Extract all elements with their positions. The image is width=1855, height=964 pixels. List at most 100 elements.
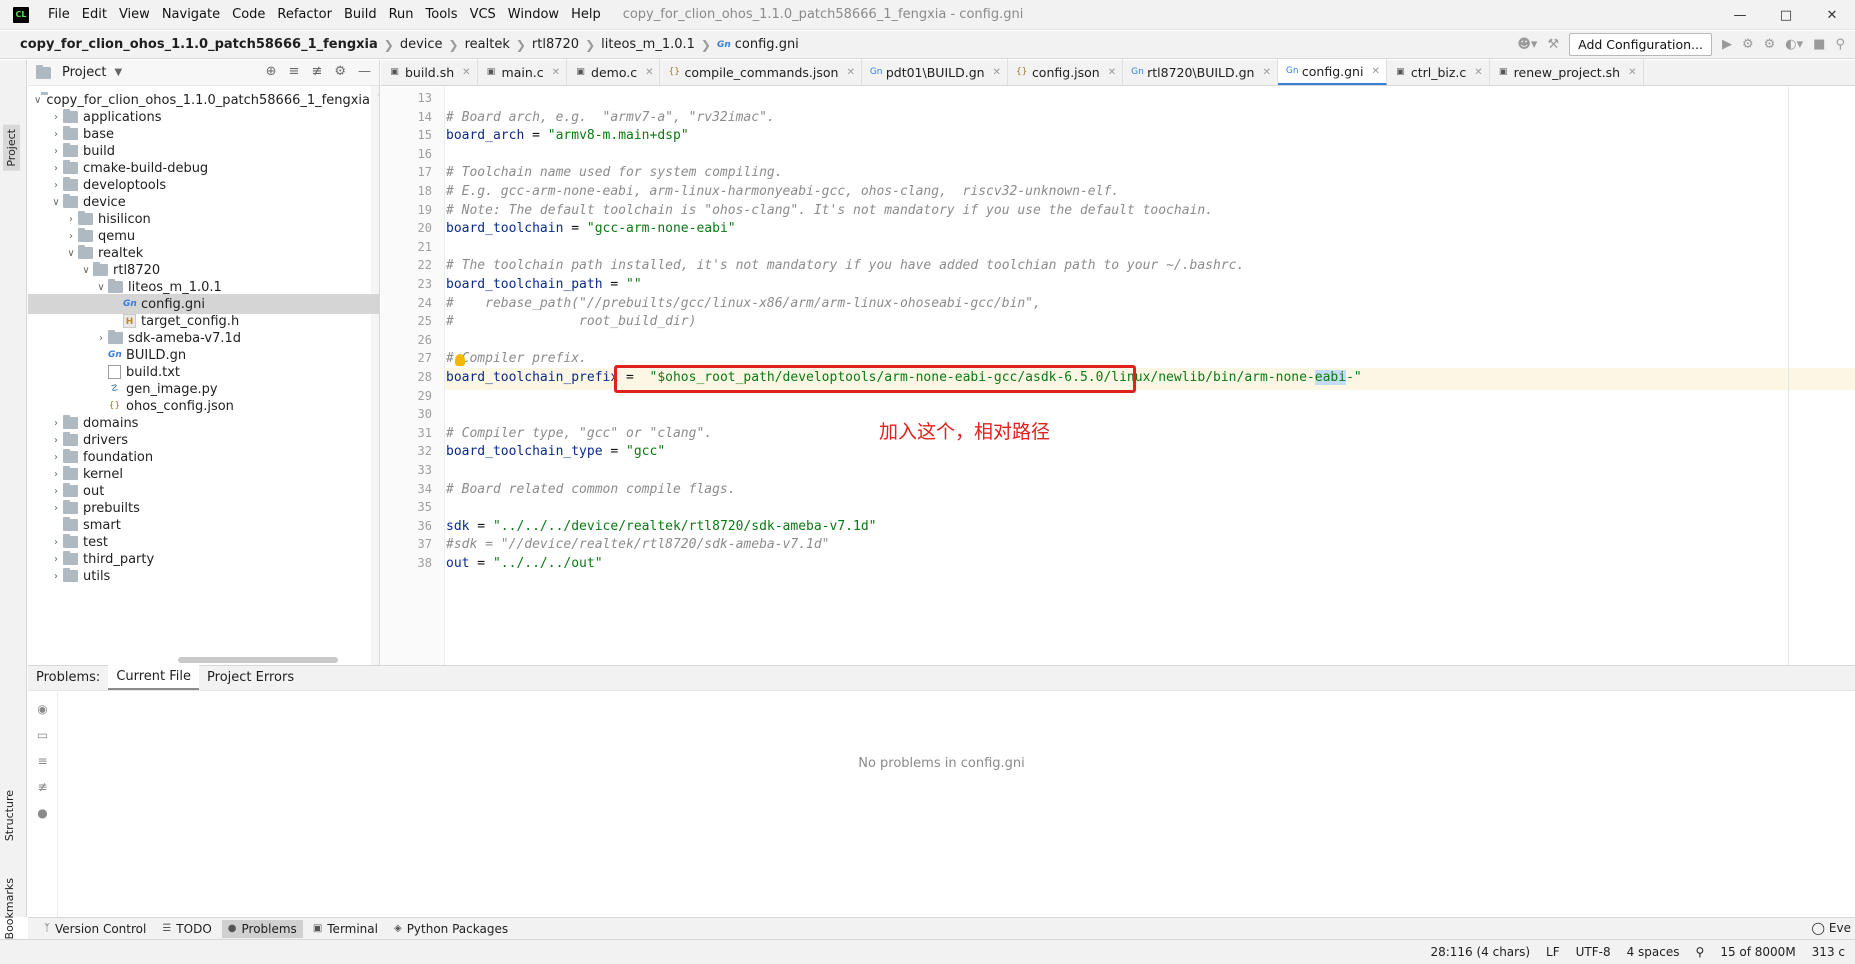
tab-structure-vertical[interactable]: Structure [3, 790, 16, 841]
tree-horizontal-scrollbar[interactable] [178, 657, 338, 663]
collapsed-arrow-icon[interactable]: › [49, 435, 63, 446]
menu-navigate[interactable]: Navigate [156, 0, 226, 30]
menu-file[interactable]: File [42, 0, 76, 30]
expanded-arrow-icon[interactable]: ∨ [49, 197, 63, 208]
tool-version-control[interactable]: ᛉ Version Control [38, 920, 152, 938]
editor-tab[interactable]: Gn config.gni ✕ [1277, 59, 1387, 85]
code-line[interactable]: # rebase_path("//prebuilts/gcc/linux-x86… [446, 296, 1041, 311]
cursor-position[interactable]: 28:116 (4 chars) [1430, 945, 1530, 959]
tab-project-vertical[interactable]: Project [3, 125, 20, 171]
collapsed-arrow-icon[interactable]: › [49, 452, 63, 463]
expanded-arrow-icon[interactable]: ∨ [94, 282, 108, 293]
code-line[interactable]: board_toolchain_path = "" [446, 277, 642, 292]
hide-icon[interactable]: — [358, 64, 371, 79]
memory-indicator[interactable]: 15 of 8000M [1720, 945, 1795, 959]
indent-setting[interactable]: 4 spaces [1627, 945, 1680, 959]
editor-tab[interactable]: ▣ renew_project.sh ✕ [1490, 59, 1644, 85]
editor-tab[interactable]: Gn rtl8720\BUILD.gn ✕ [1123, 59, 1278, 85]
close-tab-icon[interactable]: ✕ [846, 67, 854, 78]
expanded-arrow-icon[interactable]: ∨ [64, 248, 78, 259]
breadcrumb-item[interactable]: Gn config.gni [717, 37, 799, 52]
code-line[interactable]: sdk = "../../../device/realtek/rtl8720/s… [446, 519, 876, 534]
close-tab-icon[interactable]: ✕ [993, 67, 1001, 78]
collapsed-arrow-icon[interactable]: › [64, 214, 78, 225]
gear-icon[interactable]: ⚙ [334, 64, 346, 79]
maximize-icon[interactable]: □ [1763, 0, 1809, 30]
menu-tools[interactable]: Tools [420, 0, 464, 30]
collapsed-arrow-icon[interactable]: › [49, 163, 63, 174]
code-line[interactable]: board_toolchain = "gcc-arm-none-eabi" [446, 221, 736, 236]
editor-tab[interactable]: ▣ demo.c ✕ [567, 59, 661, 85]
editor-tab[interactable]: Gn pdt01\BUILD.gn ✕ [862, 59, 1008, 85]
breadcrumb-item[interactable]: rtl8720 [532, 37, 579, 52]
eye-icon[interactable]: ◉ [37, 702, 47, 716]
breadcrumb-item[interactable]: realtek [465, 37, 510, 52]
close-icon[interactable]: ✕ [1809, 0, 1855, 30]
code-line[interactable]: # E.g. gcc-arm-none-eabi, arm-linux-harm… [446, 184, 1119, 199]
editor-tab[interactable]: {} config.json ✕ [1008, 59, 1124, 85]
collapsed-arrow-icon[interactable]: › [64, 231, 78, 242]
collapse-icon[interactable]: ≢ [37, 780, 47, 794]
tab-bookmarks-vertical[interactable]: Bookmarks [3, 878, 16, 939]
code-line[interactable]: # The toolchain path installed, it's not… [446, 258, 1244, 273]
locate-icon[interactable]: ⊕ [266, 64, 277, 79]
lock-icon[interactable]: ⚲ [1696, 945, 1705, 959]
collapsed-arrow-icon[interactable]: › [49, 571, 63, 582]
tab-project-errors[interactable]: Project Errors [199, 665, 302, 690]
menu-vcs[interactable]: VCS [464, 0, 502, 30]
chevron-down-icon[interactable]: ▼ [114, 67, 122, 78]
code-editor[interactable]: 13 14 15 16 17 18 19 20 21 22 23 24 25 26 27 28 29 30 31 32… [381, 87, 1855, 665]
menu-view[interactable]: View [113, 0, 156, 30]
editor-tab[interactable]: ▣ main.c ✕ [478, 59, 568, 85]
collapsed-arrow-icon[interactable]: › [49, 486, 63, 497]
collapsed-arrow-icon[interactable]: › [49, 146, 63, 157]
minimize-icon[interactable]: — [1717, 0, 1763, 30]
close-tab-icon[interactable]: ✕ [1108, 67, 1116, 78]
file-encoding[interactable]: UTF-8 [1576, 945, 1611, 959]
user-icon[interactable]: ☻▾ [1517, 37, 1537, 52]
code-line[interactable]: # Board arch, e.g. "armv7-a", "rv32imac"… [446, 110, 775, 125]
code-line[interactable]: # Compiler prefix. [446, 351, 587, 366]
filter-icon[interactable]: ▭ [37, 728, 48, 742]
project-view-selector[interactable]: Project [62, 65, 106, 80]
close-tab-icon[interactable]: ✕ [1371, 66, 1379, 77]
menu-help[interactable]: Help [565, 0, 607, 30]
code-line[interactable]: # Note: The default toolchain is "ohos-c… [446, 203, 1213, 218]
line-separator[interactable]: LF [1546, 945, 1560, 959]
code-line[interactable]: # Board related common compile flags. [446, 482, 736, 497]
menu-code[interactable]: Code [226, 0, 271, 30]
collapsed-arrow-icon[interactable]: › [49, 537, 63, 548]
collapsed-arrow-icon[interactable]: › [49, 554, 63, 565]
collapsed-arrow-icon[interactable]: › [49, 469, 63, 480]
collapsed-arrow-icon[interactable]: › [49, 129, 63, 140]
tool-python-packages[interactable]: ◈ Python Packages [388, 920, 514, 938]
code-line[interactable]: # Compiler type, "gcc" or "clang". [446, 426, 712, 441]
expanded-arrow-icon[interactable]: ∨ [34, 95, 41, 106]
menu-run[interactable]: Run [383, 0, 420, 30]
editor-tab[interactable]: {} compile_commands.json ✕ [660, 59, 862, 85]
tool-problems[interactable]: ● Problems [221, 919, 303, 938]
hammer-icon[interactable]: ⚒ [1547, 37, 1559, 52]
profile-icon[interactable]: ⚙ [1764, 37, 1776, 52]
menu-window[interactable]: Window [502, 0, 565, 30]
menu-refactor[interactable]: Refactor [271, 0, 338, 30]
collapsed-arrow-icon[interactable]: › [49, 112, 63, 123]
collapsed-arrow-icon[interactable]: › [49, 503, 63, 514]
run-icon[interactable]: ▶ [1722, 37, 1732, 52]
code-line[interactable]: out = "../../../out" [446, 556, 603, 571]
code-line[interactable]: # Toolchain name used for system compili… [446, 165, 783, 180]
code-line[interactable]: #sdk = "//device/realtek/rtl8720/sdk-ame… [446, 537, 830, 552]
close-tab-icon[interactable]: ✕ [462, 67, 470, 78]
event-log-button[interactable]: ◯ Eve [1811, 921, 1851, 935]
breadcrumb-item[interactable]: copy_for_clion_ohos_1.1.0_patch58666_1_f… [20, 37, 378, 52]
code-line[interactable]: board_arch = "armv8-m.main+dsp" [446, 128, 689, 143]
breadcrumb-item[interactable]: device [400, 37, 443, 52]
tool-terminal[interactable]: ▣ Terminal [307, 920, 384, 938]
lightbulb-icon[interactable] [455, 354, 465, 367]
tree-item[interactable]: › utils [28, 566, 379, 586]
expand-all-icon[interactable]: ≡ [289, 64, 300, 79]
collapse-all-icon[interactable]: ≢ [311, 64, 322, 79]
collapsed-arrow-icon[interactable]: › [94, 333, 108, 344]
run-configuration-button[interactable]: Add Configuration... [1569, 33, 1712, 56]
close-tab-icon[interactable]: ✕ [1474, 67, 1482, 78]
